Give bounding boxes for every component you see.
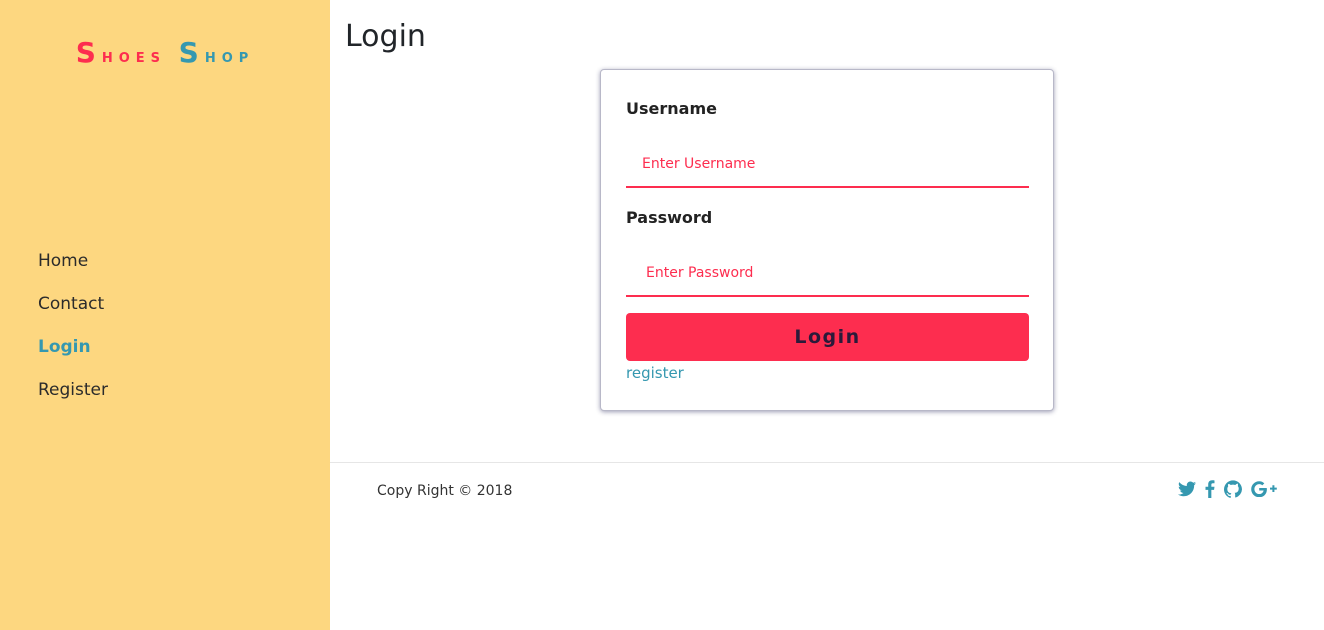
- brand-word-shop: Shop: [179, 36, 255, 69]
- brand-logo[interactable]: Shoes Shop: [0, 36, 330, 73]
- nav-item-contact[interactable]: Contact: [38, 291, 108, 334]
- nav-item-register[interactable]: Register: [38, 377, 108, 420]
- brand-shop-rest: hop: [204, 45, 255, 67]
- nav-item-login[interactable]: Login: [38, 334, 108, 377]
- username-label: Username: [626, 99, 717, 118]
- login-form: Username Password Login register: [600, 69, 1054, 411]
- username-input[interactable]: [626, 142, 1029, 188]
- brand-shop-initial: S: [178, 36, 205, 69]
- brand-shoes-initial: S: [75, 36, 102, 69]
- sidebar: Shoes Shop Home Contact Login Register: [0, 0, 330, 630]
- sidebar-nav: Home Contact Login Register: [38, 248, 108, 420]
- register-link[interactable]: register: [626, 364, 684, 382]
- main-content: Login Username Password Login register C…: [330, 0, 1324, 630]
- brand-shoes-rest: hoes: [101, 45, 167, 67]
- github-icon[interactable]: [1224, 480, 1242, 498]
- google-plus-icon[interactable]: [1251, 481, 1277, 497]
- page-title: Login: [345, 19, 426, 54]
- twitter-icon[interactable]: [1178, 481, 1196, 497]
- password-label: Password: [626, 208, 713, 227]
- footer: Copy Right © 2018: [330, 462, 1324, 522]
- password-input[interactable]: [626, 251, 1029, 297]
- facebook-icon[interactable]: [1205, 480, 1215, 498]
- nav-item-home[interactable]: Home: [38, 248, 108, 291]
- login-button[interactable]: Login: [626, 313, 1029, 361]
- social-links: [1178, 480, 1277, 498]
- copyright-text: Copy Right © 2018: [377, 483, 513, 499]
- brand-word-shoes: Shoes: [76, 36, 167, 69]
